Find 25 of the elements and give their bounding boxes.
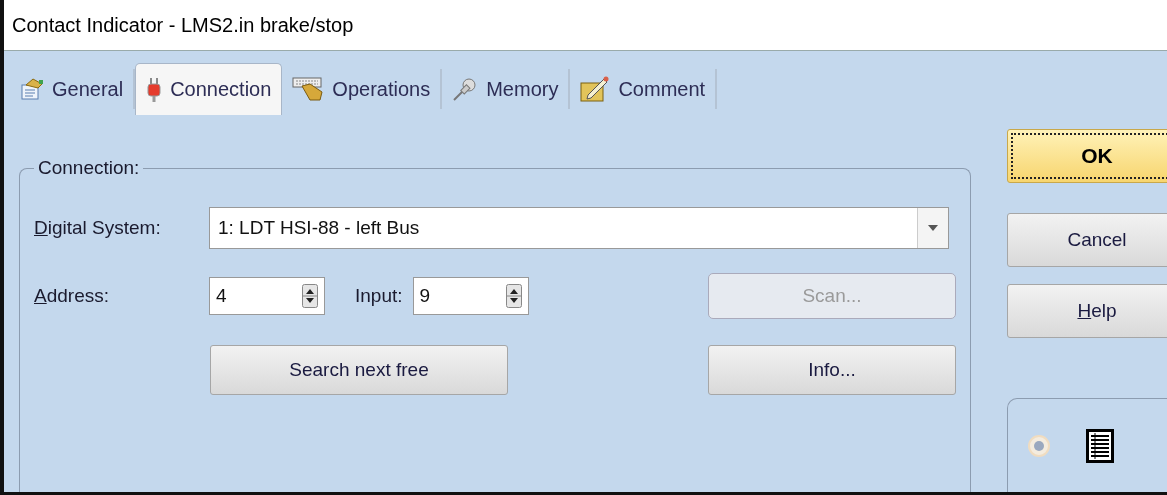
- dialog-button[interactable]: Cancel: [1007, 213, 1167, 267]
- digital-system-dropdown[interactable]: 1: LDT HSI-88 - left Bus: [209, 207, 949, 249]
- spin-arrows-icon[interactable]: [302, 284, 318, 308]
- tab[interactable]: Comment: [570, 69, 718, 109]
- field-label: Address:: [34, 285, 110, 307]
- notepad-pencil-icon: [580, 75, 611, 103]
- dialog-button[interactable]: Help: [1007, 284, 1167, 338]
- spin-arrows-icon[interactable]: [505, 284, 522, 308]
- list-icon[interactable]: [1086, 428, 1114, 463]
- document-icon: [20, 77, 44, 101]
- tab[interactable]: Connection: [135, 63, 283, 115]
- info-button[interactable]: Info...: [708, 345, 956, 395]
- address-spinbox[interactable]: 4: [209, 277, 325, 315]
- window-title: Contact Indicator - LMS2.in brake/stop: [12, 13, 354, 37]
- field-label: Digital System:: [34, 217, 162, 239]
- field-label: Input:: [355, 285, 403, 307]
- search-next-free-button[interactable]: Search next free: [210, 345, 508, 395]
- keyboard-hand-icon: [292, 76, 325, 102]
- tab[interactable]: Operations: [282, 69, 443, 109]
- group-title: Connection:: [37, 157, 141, 179]
- tab[interactable]: Memory: [442, 69, 571, 109]
- plug-icon: [146, 76, 163, 103]
- input-spinbox[interactable]: 9: [412, 277, 529, 315]
- pushpin-icon: [452, 76, 479, 102]
- dialog-button[interactable]: OK: [1007, 129, 1167, 183]
